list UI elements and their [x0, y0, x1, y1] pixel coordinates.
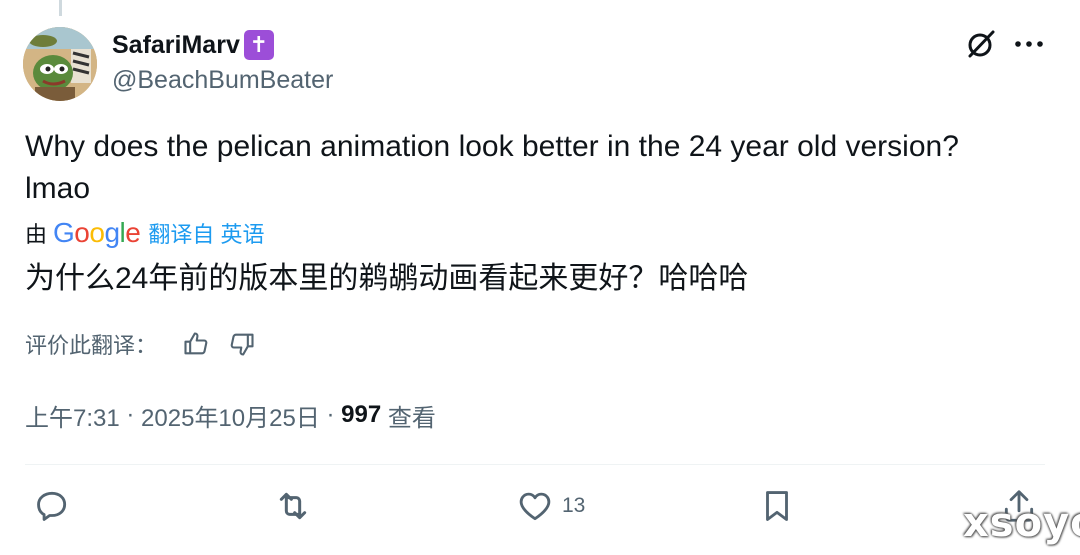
divider [25, 464, 1045, 465]
thumbs-down-icon[interactable] [227, 329, 257, 359]
watermark-text: xsoyo [963, 500, 1080, 546]
tweet-text-line-2: lmao [25, 172, 91, 205]
google-letter: G [53, 217, 75, 248]
google-letter: g [104, 217, 120, 248]
reply-button[interactable] [33, 484, 71, 528]
avatar-image [23, 27, 97, 101]
rate-translation-row: 评价此翻译： [25, 328, 257, 360]
author-name-text: SafariMarv [112, 30, 240, 59]
translated-text: 为什么24年前的版本里的鹈鹕动画看起来更好？哈哈哈 [25, 262, 749, 295]
tweet-text-line-1: Why does the pelican animation look bett… [25, 130, 959, 163]
thread-connector-line [59, 0, 62, 16]
cross-badge-icon: ✝ [243, 30, 274, 60]
retweet-icon [279, 492, 307, 520]
avatar[interactable] [23, 27, 97, 101]
tweet-text: Why does the pelican animation look bett… [25, 126, 1025, 210]
grok-icon-svg [968, 30, 995, 58]
retweet-button[interactable] [273, 484, 313, 528]
thumbs-down-icon-svg [230, 333, 254, 356]
google-letter: e [125, 217, 141, 248]
tweet-time[interactable]: 上午7:31 [25, 398, 120, 433]
grok-icon[interactable] [962, 26, 1000, 62]
author-display-name[interactable]: SafariMarv ✝ [112, 30, 274, 60]
views-count: 997 [341, 401, 382, 428]
bookmark-icon [766, 491, 788, 521]
tweet-date[interactable]: 2025年10月25日 [141, 398, 320, 433]
bookmark-button[interactable] [758, 484, 796, 528]
views-label: 查看 [381, 404, 436, 432]
more-icon[interactable] [1013, 26, 1045, 62]
google-logo: Google [53, 217, 141, 249]
meta-separator: · [119, 401, 142, 428]
translated-from-link[interactable]: 翻译自 英语 [148, 217, 264, 249]
tweet-meta: 上午7:31 · 2025年10月25日 · 997 查看 [25, 398, 436, 432]
reply-icon [37, 491, 67, 521]
thumbs-up-icon[interactable] [181, 329, 211, 359]
more-icon-svg [1015, 41, 1043, 47]
author-handle[interactable]: @BeachBumBeater [112, 66, 333, 95]
google-letter: o [89, 217, 105, 248]
google-letter: o [74, 217, 90, 248]
translation-prefix: 由 [25, 222, 48, 247]
rate-translation-label: 评价此翻译： [25, 333, 158, 358]
meta-separator: · [319, 401, 342, 428]
thumbs-up-icon-svg [184, 332, 208, 355]
heart-icon [519, 492, 551, 521]
like-button[interactable]: 13 [516, 484, 585, 528]
translation-attribution: 由 Google 翻译自 英语 [25, 216, 264, 250]
like-count: 13 [562, 494, 586, 517]
